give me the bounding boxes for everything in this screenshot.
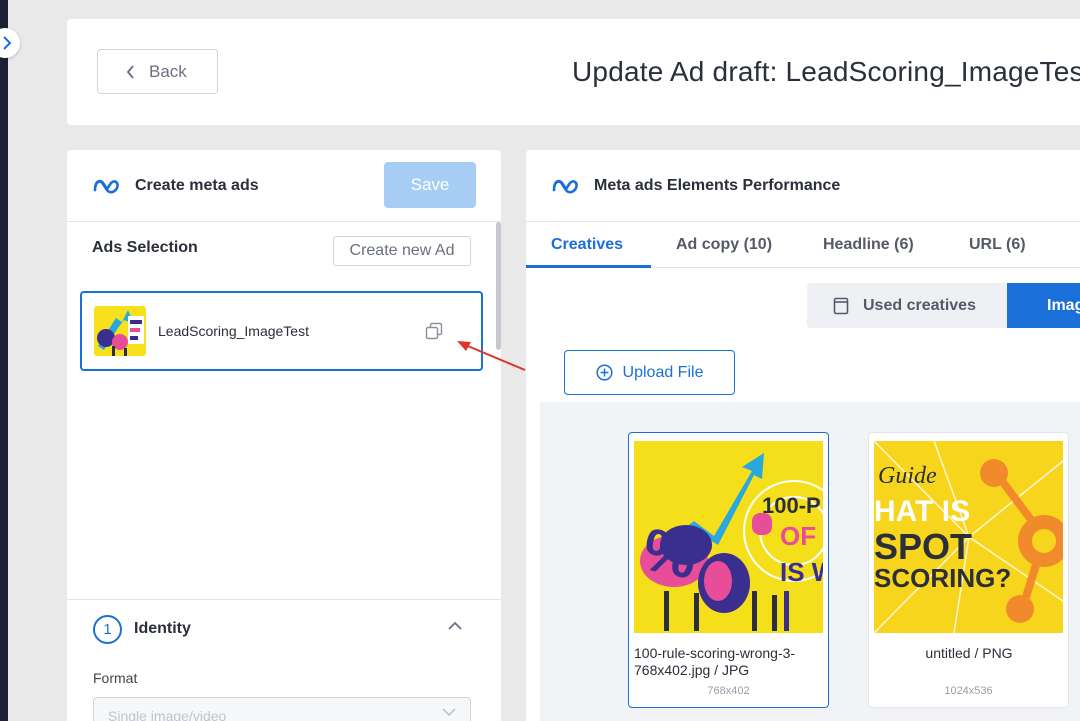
image-dimensions: 1024x536 [944,685,993,697]
used-creatives-toggle[interactable]: Used creatives [807,283,1007,328]
images-label: Images [1047,296,1080,314]
ads-selection-label: Ads Selection [92,239,198,256]
panel-title: Meta ads Elements Performance [594,176,841,194]
tab-bar: Creatives Ad copy (10) Headline (6) URL … [526,222,1080,268]
create-new-ad-button[interactable]: Create new Ad [333,236,471,266]
chevron-down-icon [442,708,456,717]
image-dimensions: 768x402 [707,685,750,697]
active-tab-indicator [526,265,651,268]
image-preview: Guide HAT IS SPOT SCORING? [874,441,1063,633]
upload-file-button[interactable]: Upload File [564,350,735,395]
tab-creatives[interactable]: Creatives [551,236,623,254]
annotation-arrow [457,341,526,371]
save-button[interactable]: Save [384,162,476,208]
image-card[interactable]: % 100-P OF S IS W 100-rule-scoring-wrong… [628,432,829,708]
chevron-left-icon [126,64,134,79]
svg-text:IS W: IS W [780,557,823,587]
upload-file-label: Upload File [622,363,704,381]
format-label: Format [93,670,138,686]
image-filename: untitled / PNG [925,645,1013,661]
tab-ad-copy[interactable]: Ad copy (10) [676,236,772,254]
image-gallery: % 100-P OF S IS W 100-rule-scoring-wrong… [540,402,1080,721]
identity-title: Identity [134,620,191,637]
tab-url[interactable]: URL (6) [969,236,1026,254]
svg-text:100-P: 100-P [762,493,821,518]
chevron-up-icon[interactable] [447,621,463,631]
svg-text:OF S: OF S [780,521,823,551]
tab-headline[interactable]: Headline (6) [823,236,914,254]
duplicate-icon[interactable] [425,322,443,340]
used-creatives-label: Used creatives [863,296,976,314]
panel-title: Create meta ads [135,176,259,194]
meta-logo-icon [93,179,119,193]
images-toggle[interactable]: Images [1007,283,1080,328]
side-rail [0,0,8,721]
document-icon [833,297,849,314]
ad-name: LeadScoring_ImageTest [158,323,309,339]
chevron-right-icon [3,36,12,50]
back-button[interactable]: Back [97,49,218,94]
svg-text:Guide: Guide [878,463,937,489]
expand-sidebar-button[interactable] [0,28,20,58]
svg-text:SCORING?: SCORING? [874,563,1011,593]
meta-logo-icon [552,179,578,193]
elements-performance-panel: Meta ads Elements Performance Creatives … [526,150,1080,721]
format-value: Single image/video [108,708,227,721]
svg-text:HAT IS: HAT IS [874,495,970,528]
image-filename: 100-rule-scoring-wrong-3-768x402.jpg / J… [634,645,796,678]
svg-text:SPOT: SPOT [874,526,972,567]
image-preview: % 100-P OF S IS W [634,441,823,633]
page-title: Update Ad draft: LeadScoring_ImageTest [572,56,1080,87]
page-header: Back Update Ad draft: LeadScoring_ImageT… [67,19,1080,125]
panel-header: Create meta ads Save [67,150,501,222]
ad-list-item[interactable]: LeadScoring_ImageTest [80,291,483,371]
ad-thumbnail [94,306,146,356]
create-meta-ads-panel: Create meta ads Save Ads Selection Creat… [67,150,501,721]
format-select[interactable]: Single image/video [93,697,471,721]
plus-circle-icon [595,364,613,381]
scrollbar[interactable] [496,222,501,350]
identity-section: 1 Identity Format Single image/video [67,599,501,721]
back-label: Back [149,61,187,81]
image-card[interactable]: Guide HAT IS SPOT SCORING? untitled / PN… [868,432,1069,708]
panel-header: Meta ads Elements Performance [526,150,1080,222]
step-number: 1 [93,615,122,644]
